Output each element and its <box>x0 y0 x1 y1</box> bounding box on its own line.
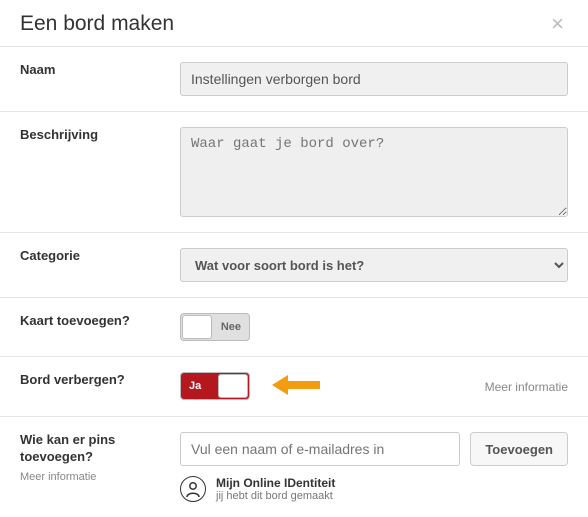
modal-title: Een bord maken <box>20 12 174 36</box>
add-map-row: Kaart toevoegen? Nee <box>0 297 588 356</box>
category-select[interactable]: Wat voor soort bord is het? <box>180 248 568 282</box>
description-textarea[interactable] <box>180 127 568 217</box>
name-input[interactable] <box>180 62 568 96</box>
add-map-label: Kaart toevoegen? <box>20 313 180 341</box>
category-row: Categorie Wat voor soort bord is het? <box>0 232 588 297</box>
hide-board-toggle[interactable]: Ja <box>180 372 250 400</box>
hide-board-label: Bord verbergen? <box>20 372 180 401</box>
hide-board-toggle-text: Ja <box>189 380 201 392</box>
close-button[interactable]: × <box>547 13 568 35</box>
creator-info: Mijn Online IDentiteit jij hebt dit bord… <box>180 476 568 502</box>
hide-board-more-info[interactable]: Meer informatie <box>485 380 568 394</box>
creator-text: Mijn Online IDentiteit jij hebt dit bord… <box>216 476 335 502</box>
name-label: Naam <box>20 62 180 96</box>
create-board-modal: Een bord maken × Naam Beschrijving Categ… <box>0 0 588 517</box>
category-label: Categorie <box>20 248 180 282</box>
avatar-icon <box>180 476 206 502</box>
arrow-icon <box>272 372 320 401</box>
description-row: Beschrijving <box>0 111 588 232</box>
creator-name: Mijn Online IDentiteit <box>216 476 335 490</box>
name-row: Naam <box>0 46 588 111</box>
collaborator-input[interactable] <box>180 432 460 466</box>
toggle-knob <box>182 315 212 339</box>
modal-header: Een bord maken × <box>0 0 588 46</box>
toggle-knob <box>218 374 248 398</box>
collaborators-more-info[interactable]: Meer informatie <box>20 470 180 484</box>
collaborators-row: Wie kan er pins toevoegen? Meer informat… <box>0 416 588 517</box>
creator-sub: jij hebt dit bord gemaakt <box>216 490 335 502</box>
add-collaborator-button[interactable]: Toevoegen <box>470 432 568 466</box>
description-label: Beschrijving <box>20 127 180 217</box>
hide-board-row: Bord verbergen? Ja Meer informatie <box>0 356 588 416</box>
close-icon: × <box>551 11 564 36</box>
collaborators-label: Wie kan er pins toevoegen? Meer informat… <box>20 432 180 502</box>
add-map-toggle-text: Nee <box>221 321 241 333</box>
add-map-toggle[interactable]: Nee <box>180 313 250 341</box>
collaborators-label-text: Wie kan er pins toevoegen? <box>20 432 115 464</box>
